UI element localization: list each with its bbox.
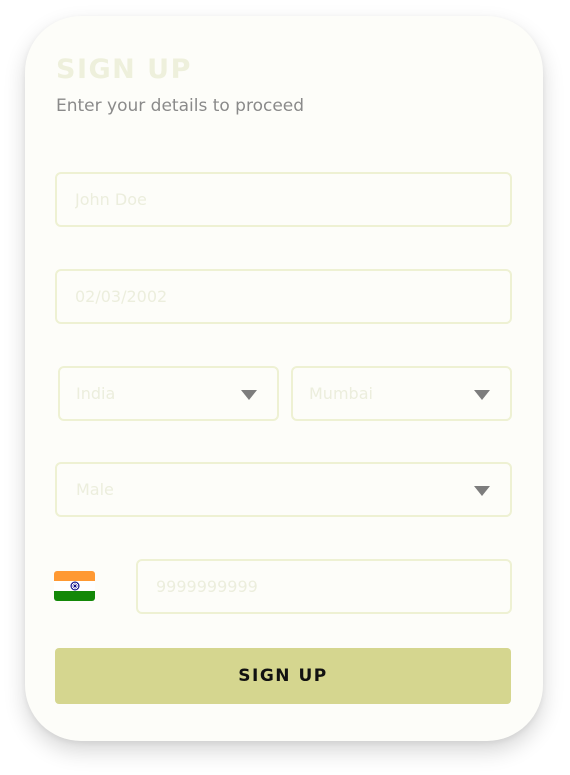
city-select[interactable]: Mumbai (291, 366, 512, 421)
page-subtitle: Enter your details to proceed (56, 96, 305, 116)
sign-up-button[interactable]: SIGN UP (55, 648, 511, 704)
date-of-birth-input[interactable] (55, 269, 512, 324)
flag-saffron-stripe (54, 571, 95, 581)
gender-select[interactable]: Male (55, 462, 512, 517)
flag-green-stripe (54, 591, 95, 601)
ashoka-chakra-icon (70, 581, 80, 591)
caret-down-icon (474, 486, 490, 496)
page-title: SIGN UP (56, 54, 192, 85)
gender-select-value: Male (76, 480, 114, 499)
phone-number-input[interactable] (136, 559, 512, 614)
country-select-value: India (76, 384, 116, 403)
caret-down-icon (241, 390, 257, 400)
india-flag-icon[interactable] (54, 571, 95, 601)
caret-down-icon (474, 390, 490, 400)
flag-white-stripe (54, 581, 95, 591)
full-name-input[interactable] (55, 172, 512, 227)
country-select[interactable]: India (58, 366, 279, 421)
city-select-value: Mumbai (309, 384, 373, 403)
